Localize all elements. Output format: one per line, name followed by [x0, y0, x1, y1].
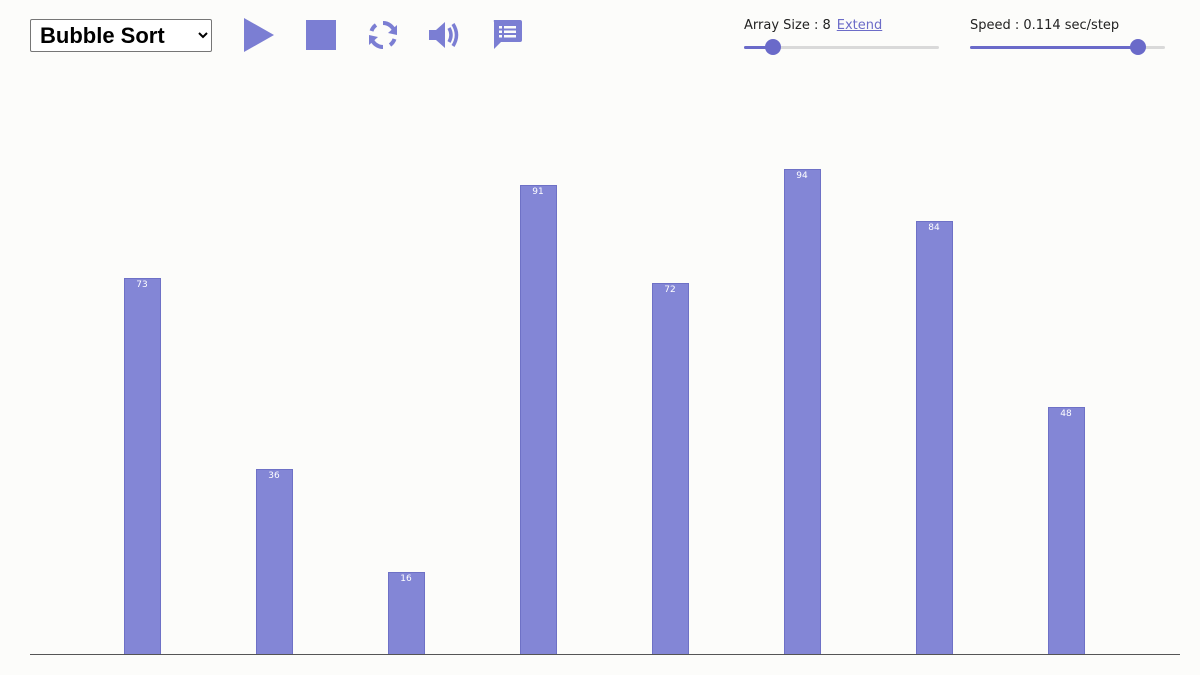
bar-8: 48 [1047, 406, 1085, 655]
array-size-slider[interactable] [744, 39, 939, 55]
speed-slider[interactable] [970, 39, 1165, 55]
array-size-label: Array Size : 8 [744, 18, 831, 33]
array-size-slider-thumb[interactable] [765, 39, 782, 55]
refresh-button[interactable] [364, 16, 402, 54]
play-icon [244, 18, 274, 52]
bar-7: 84 [915, 220, 953, 655]
extend-link[interactable]: Extend [837, 18, 883, 33]
speed-control: Speed : 0.114 sec/step [970, 18, 1119, 33]
array-size-control: Array Size : 8 Extend [744, 18, 882, 33]
bar-value-label: 48 [1060, 408, 1072, 419]
chat-list-icon [493, 20, 522, 49]
bar-value-label: 91 [532, 186, 544, 197]
algorithm-select[interactable]: Bubble Sort [30, 19, 212, 52]
bar-chart: 73 36 16 91 72 94 84 48 [30, 100, 1180, 655]
bar-value-label: 94 [796, 171, 808, 182]
bar-4: 91 [519, 184, 557, 655]
chart-baseline [30, 654, 1180, 655]
bar-6: 94 [783, 169, 821, 655]
bar-value-label: 73 [136, 279, 148, 290]
sorting-visualizer: Bubble Sort Array Size: 8 Extend Speed … [0, 0, 1200, 675]
bar-value-label: 16 [400, 574, 412, 585]
bar-3: 16 [387, 572, 425, 655]
bar-1: 73 [123, 277, 161, 655]
speed-slider-fill [970, 46, 1138, 49]
play-button[interactable] [239, 16, 277, 54]
description-button[interactable] [488, 16, 526, 54]
speed-slider-thumb[interactable] [1129, 39, 1146, 55]
bar-2: 36 [255, 468, 293, 655]
stop-icon [306, 20, 336, 50]
bar-value-label: 72 [664, 284, 676, 295]
speaker-icon [429, 22, 459, 48]
stop-button[interactable] [302, 16, 340, 54]
bar-5: 72 [651, 282, 689, 655]
refresh-icon [369, 20, 397, 50]
sound-button[interactable] [426, 16, 464, 54]
bar-value-label: 84 [928, 222, 940, 233]
speed-label: Speed : 0.114 sec/step [970, 18, 1120, 33]
bar-value-label: 36 [268, 470, 280, 481]
